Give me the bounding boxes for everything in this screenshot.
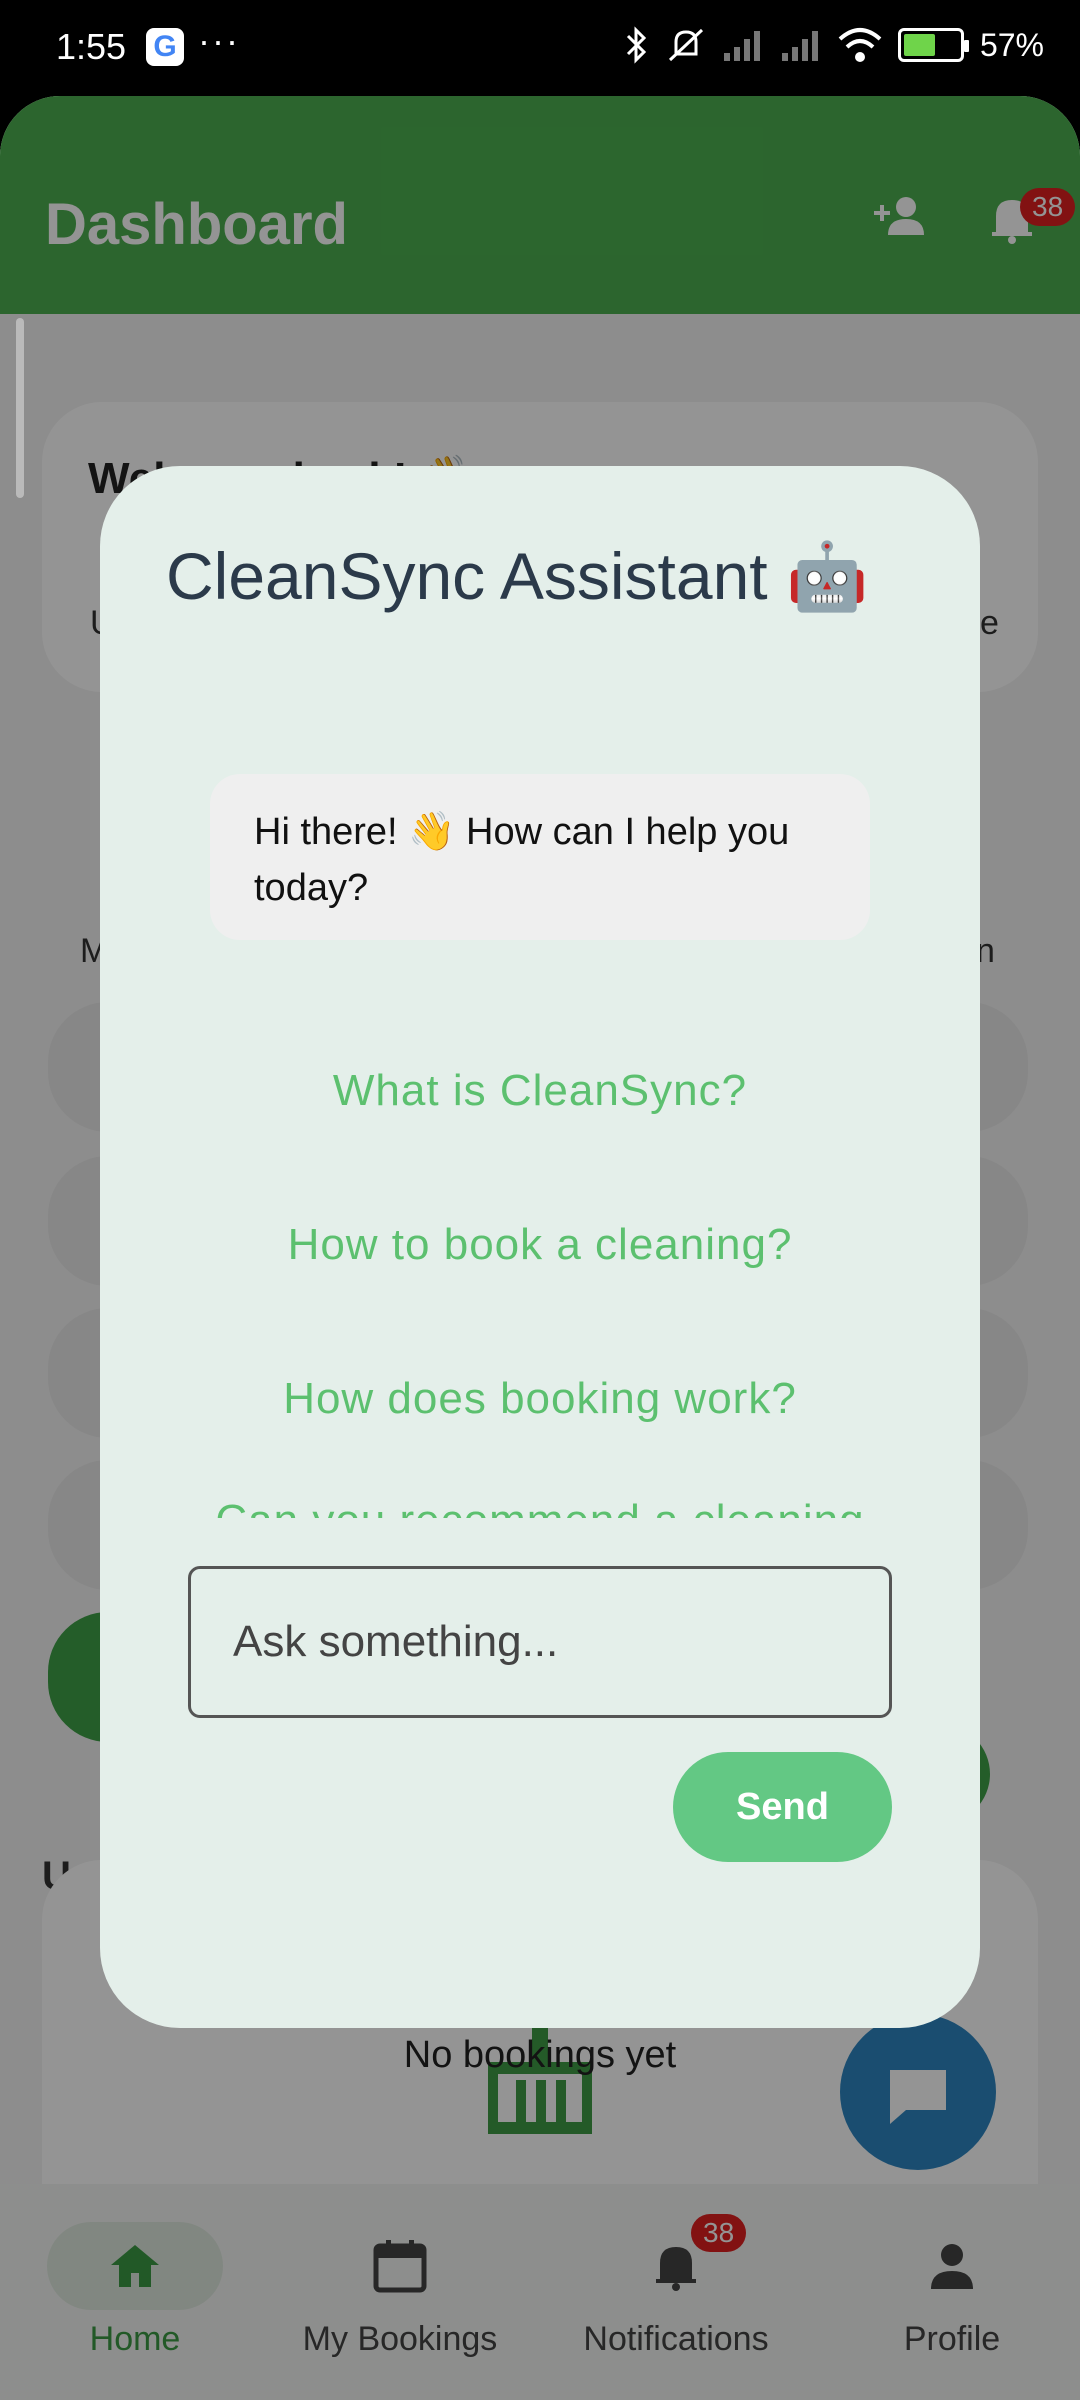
bluetooth-icon — [626, 26, 647, 64]
google-icon: G — [146, 28, 184, 66]
suggestion-how-booking-works[interactable]: How does booking work? — [100, 1374, 980, 1424]
wifi-icon — [838, 28, 882, 62]
signal-icon — [781, 31, 818, 61]
more-notifications-icon: ··· — [198, 20, 240, 61]
scroll-indicator — [16, 318, 24, 498]
battery-level — [903, 34, 935, 56]
assistant-message: Hi there! 👋 How can I help you today? — [210, 774, 870, 940]
ask-input[interactable] — [188, 1566, 892, 1718]
suggestion-list-clip: Can you recommend a cleaning — [100, 1496, 980, 1518]
signal-icon — [723, 31, 760, 61]
send-button[interactable]: Send — [673, 1752, 892, 1862]
status-icons: 57% — [624, 26, 1044, 64]
battery-icon — [897, 28, 969, 62]
silent-icon — [668, 28, 703, 62]
battery-percent: 57% — [979, 26, 1044, 63]
status-time: 1:55 — [56, 26, 127, 67]
dialog-title: CleanSync Assistant 🤖 — [166, 539, 869, 613]
status-bar: 1:55 G ··· 57% — [0, 0, 1080, 96]
assistant-dialog: CleanSync Assistant 🤖 Hi there! 👋 How ca… — [100, 466, 980, 2028]
suggestion-what-is-cleansync[interactable]: What is CleanSync? — [100, 1066, 980, 1116]
suggestion-recommend[interactable]: Can you recommend a cleaning — [100, 1496, 980, 1518]
suggestion-how-to-book[interactable]: How to book a cleaning? — [100, 1220, 980, 1270]
